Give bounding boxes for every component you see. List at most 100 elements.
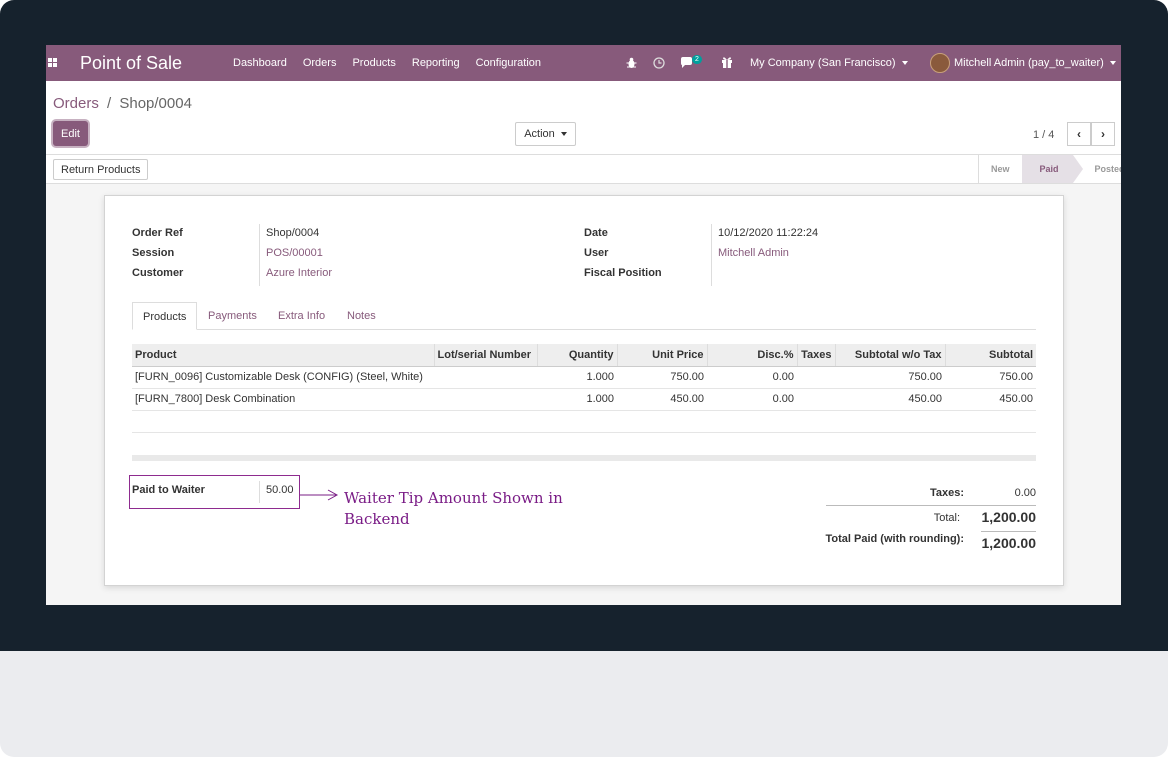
date-value: 10/12/2020 11:22:24 <box>718 227 819 239</box>
arrow-right-icon <box>300 489 339 501</box>
menu-configuration[interactable]: Configuration <box>476 57 541 69</box>
message-count-badge: 2 <box>692 55 702 64</box>
menu-products[interactable]: Products <box>352 57 395 69</box>
column-header[interactable]: Taxes <box>797 344 836 367</box>
table-header-row: Product Lot/serial Number Quantity Unit … <box>132 344 1036 367</box>
stage-new: New <box>991 164 1010 174</box>
company-switcher[interactable]: My Company (San Francisco) <box>750 57 908 69</box>
column-header[interactable]: Unit Price <box>617 344 708 367</box>
discount-cell: 0.00 <box>707 388 797 411</box>
column-header[interactable]: Subtotal <box>945 344 1036 367</box>
column-header[interactable]: Subtotal w/o Tax <box>835 344 946 367</box>
table-row[interactable]: [FURN_7800] Desk Combination 1.000 450.0… <box>132 388 1036 411</box>
taxes-cell <box>797 388 835 411</box>
tab-products[interactable]: Products <box>132 302 198 330</box>
unit-price-cell: 750.00 <box>617 366 707 389</box>
column-header[interactable]: Quantity <box>537 344 618 367</box>
status-bar: Return Products New Paid Posted <box>46 154 1121 184</box>
table-row[interactable]: [FURN_0096] Customizable Desk (CONFIG) (… <box>132 366 1036 389</box>
breadcrumb-separator: / <box>107 95 112 112</box>
top-navbar: Point of Sale Dashboard Orders Products … <box>46 45 1121 81</box>
taxes-total-value: 0.00 <box>1014 487 1036 499</box>
field-divider <box>259 224 260 286</box>
product-cell: [FURN_0096] Customizable Desk (CONFIG) (… <box>132 366 434 389</box>
unit-price-cell: 450.00 <box>617 388 707 411</box>
app-title[interactable]: Point of Sale <box>80 53 182 74</box>
column-header[interactable]: Lot/serial Number <box>434 344 538 367</box>
discount-cell: 0.00 <box>707 366 797 389</box>
stage-pipeline: New Paid Posted <box>978 155 1121 183</box>
quantity-cell: 1.000 <box>537 388 617 411</box>
totals-divider <box>981 531 1036 532</box>
total-paid-value: 1,200.00 <box>981 535 1037 551</box>
chevron-down-icon <box>1109 61 1116 66</box>
action-dropdown[interactable]: Action <box>515 122 576 146</box>
bug-icon[interactable] <box>626 57 637 69</box>
menu-reporting[interactable]: Reporting <box>412 57 460 69</box>
column-header[interactable]: Disc.% <box>707 344 798 367</box>
subtotal-cell: 750.00 <box>945 366 1036 389</box>
menu-orders[interactable]: Orders <box>303 57 337 69</box>
totals-divider <box>826 505 1036 506</box>
total-label: Total: <box>933 512 960 524</box>
lot-cell <box>434 388 537 411</box>
fiscal-position-label: Fiscal Position <box>584 267 662 279</box>
lot-cell <box>434 366 537 389</box>
customer-link[interactable]: Azure Interior <box>266 267 332 279</box>
order-form-sheet: Order Ref Session Customer Shop/0004 POS… <box>104 195 1064 586</box>
clock-icon[interactable] <box>653 57 665 69</box>
monitor-frame: Point of Sale Dashboard Orders Products … <box>0 0 1168 651</box>
menu-dashboard[interactable]: Dashboard <box>233 57 287 69</box>
session-label: Session <box>132 247 175 259</box>
return-products-button[interactable]: Return Products <box>53 159 149 180</box>
pager-value: 1 / 4 <box>1033 129 1055 141</box>
user-label: User <box>584 247 609 259</box>
annotation-text: Waiter Tip Amount Shown in Backend <box>344 489 563 528</box>
subtotal-wo-tax-cell: 450.00 <box>835 388 945 411</box>
order-ref-label: Order Ref <box>132 227 183 239</box>
total-paid-label: Total Paid (with rounding): <box>825 533 965 545</box>
total-value: 1,200.00 <box>981 509 1037 525</box>
order-ref-value: Shop/0004 <box>266 227 320 239</box>
pager-previous-button[interactable]: ‹ <box>1067 122 1091 146</box>
product-cell: [FURN_7800] Desk Combination <box>132 388 434 411</box>
field-divider <box>259 481 260 503</box>
subtotal-wo-tax-cell: 750.00 <box>835 366 945 389</box>
chevron-down-icon <box>901 61 908 66</box>
breadcrumb-current: Shop/0004 <box>119 95 192 112</box>
quantity-cell: 1.000 <box>537 366 617 389</box>
tip-highlight-box: Paid to Waiter 50.00 <box>129 475 300 509</box>
taxes-cell <box>797 366 835 389</box>
edit-button[interactable]: Edit <box>53 121 88 146</box>
breadcrumb: Orders / Shop/0004 <box>53 95 192 112</box>
stage-paid: Paid <box>1021 155 1083 183</box>
table-footer <box>132 455 1036 461</box>
app-screen: Point of Sale Dashboard Orders Products … <box>46 45 1121 605</box>
notebook-tabs: Products Payments Extra Info Notes <box>132 302 1036 330</box>
apps-grid-icon[interactable] <box>48 58 58 68</box>
paid-to-waiter-label: Paid to Waiter <box>132 484 205 496</box>
tab-payments[interactable]: Payments <box>198 302 267 330</box>
chevron-down-icon <box>560 132 567 137</box>
subtotal-cell: 450.00 <box>945 388 1036 411</box>
monitor-stand <box>0 651 1168 757</box>
user-menu[interactable]: Mitchell Admin (pay_to_waiter) <box>954 57 1116 69</box>
session-link[interactable]: POS/00001 <box>266 247 323 259</box>
tab-notes[interactable]: Notes <box>337 302 386 330</box>
column-header[interactable]: Product <box>132 344 435 367</box>
main-menu: Dashboard Orders Products Reporting Conf… <box>233 57 557 69</box>
user-name: Mitchell Admin (pay_to_waiter) <box>954 57 1104 69</box>
table-row-empty <box>132 410 1036 433</box>
tab-extra-info[interactable]: Extra Info <box>268 302 335 330</box>
customer-label: Customer <box>132 267 184 279</box>
action-label: Action <box>524 128 555 140</box>
order-lines-table: Product Lot/serial Number Quantity Unit … <box>132 344 1036 433</box>
date-label: Date <box>584 227 608 239</box>
paid-to-waiter-value: 50.00 <box>266 484 294 496</box>
pager-next-button[interactable]: › <box>1091 122 1115 146</box>
field-divider <box>711 224 712 286</box>
breadcrumb-orders[interactable]: Orders <box>53 95 99 112</box>
user-link[interactable]: Mitchell Admin <box>718 247 789 259</box>
avatar[interactable] <box>930 53 950 73</box>
gift-icon[interactable] <box>721 56 733 68</box>
